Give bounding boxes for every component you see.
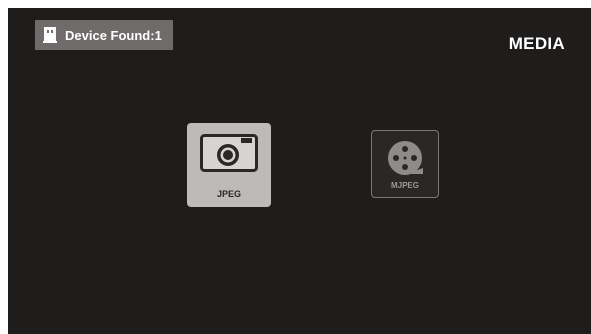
media-screen: Device Found:1 MEDIA JPEG MJPEG — [8, 8, 591, 334]
device-status-text: Device Found:1 — [65, 27, 162, 43]
film-reel-icon — [388, 141, 423, 175]
device-status-badge: Device Found:1 — [35, 20, 173, 50]
jpeg-label: JPEG — [216, 189, 241, 199]
camera-icon — [200, 134, 258, 172]
mjpeg-tile[interactable]: MJPEG — [371, 130, 439, 198]
jpeg-tile[interactable]: JPEG — [187, 123, 271, 207]
section-title: MEDIA — [508, 34, 565, 53]
usb-drive-icon — [43, 27, 57, 43]
mjpeg-label: MJPEG — [390, 181, 419, 190]
